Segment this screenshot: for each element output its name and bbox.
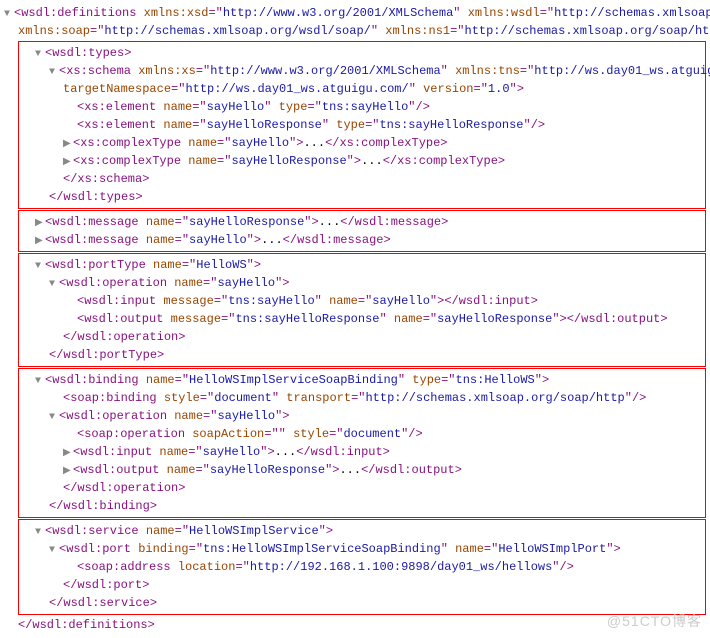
operation2-open: ▼<wsdl:operation name="sayHello"> <box>21 407 703 425</box>
binding-close: </wsdl:binding> <box>21 497 703 515</box>
service-close: </wsdl:service> <box>21 594 703 612</box>
types-open: ▼<wsdl:types> <box>21 44 703 62</box>
collapse-icon[interactable]: ▶ <box>63 446 73 461</box>
message-sayhello: ▶<wsdl:message name="sayHello">...</wsdl… <box>21 231 703 249</box>
element-sayhelloresponse: <xs:element name="sayHelloResponse" type… <box>21 116 703 134</box>
types-close: </wsdl:types> <box>21 188 703 206</box>
expand-icon[interactable]: ▼ <box>35 259 45 274</box>
expand-icon[interactable]: ▼ <box>49 543 59 558</box>
collapse-icon[interactable]: ▶ <box>63 137 73 152</box>
collapse-icon[interactable]: ▶ <box>35 234 45 249</box>
definitions-close: </wsdl:definitions> <box>4 616 706 634</box>
binding-open: ▼<wsdl:binding name="HelloWSImplServiceS… <box>21 371 703 389</box>
collapse-icon[interactable]: ▶ <box>63 464 73 479</box>
wsdl-output: <wsdl:output message="tns:sayHelloRespon… <box>21 310 703 328</box>
input2: ▶<wsdl:input name="sayHello">...</wsdl:i… <box>21 443 703 461</box>
xml-tree: ▼<wsdl:definitions xmlns:xsd="http://www… <box>4 4 706 634</box>
message-sayhelloresponse: ▶<wsdl:message name="sayHelloResponse">.… <box>21 213 703 231</box>
soap-binding: <soap:binding style="document" transport… <box>21 389 703 407</box>
messages-section: ▶<wsdl:message name="sayHelloResponse">.… <box>18 210 706 252</box>
soap-address: <soap:address location="http://192.168.1… <box>21 558 703 576</box>
types-section: ▼<wsdl:types> ▼<xs:schema xmlns:xs="http… <box>18 41 706 209</box>
operation-close: </wsdl:operation> <box>21 328 703 346</box>
output2: ▶<wsdl:output name="sayHelloResponse">..… <box>21 461 703 479</box>
schema-open-cont: targetNamespace="http://ws.day01_ws.atgu… <box>21 80 703 98</box>
watermark: @51CTO博客 <box>607 611 702 632</box>
expand-icon[interactable]: ▼ <box>35 525 45 540</box>
collapse-icon[interactable]: ▶ <box>63 155 73 170</box>
porttype-close: </wsdl:portType> <box>21 346 703 364</box>
expand-icon[interactable]: ▼ <box>49 277 59 292</box>
port-close: </wsdl:port> <box>21 576 703 594</box>
complextype-sayhelloresponse: ▶<xs:complexType name="sayHelloResponse"… <box>21 152 703 170</box>
element-sayhello: <xs:element name="sayHello" type="tns:sa… <box>21 98 703 116</box>
complextype-sayhello: ▶<xs:complexType name="sayHello">...</xs… <box>21 134 703 152</box>
collapse-icon[interactable]: ▶ <box>35 216 45 231</box>
expand-icon[interactable]: ▼ <box>35 374 45 389</box>
definitions-open-cont: xmlns:soap="http://schemas.xmlsoap.org/w… <box>4 22 706 40</box>
expand-icon[interactable]: ▼ <box>35 47 45 62</box>
definitions-open: ▼<wsdl:definitions xmlns:xsd="http://www… <box>4 4 706 22</box>
binding-section: ▼<wsdl:binding name="HelloWSImplServiceS… <box>18 368 706 518</box>
wsdl-input: <wsdl:input message="tns:sayHello" name=… <box>21 292 703 310</box>
expand-icon[interactable]: ▼ <box>49 65 59 80</box>
expand-icon[interactable]: ▼ <box>49 410 59 425</box>
service-section: ▼<wsdl:service name="HelloWSImplService"… <box>18 519 706 615</box>
service-open: ▼<wsdl:service name="HelloWSImplService"… <box>21 522 703 540</box>
soap-operation: <soap:operation soapAction="" style="doc… <box>21 425 703 443</box>
schema-open: ▼<xs:schema xmlns:xs="http://www.w3.org/… <box>21 62 703 80</box>
operation2-close: </wsdl:operation> <box>21 479 703 497</box>
schema-close: </xs:schema> <box>21 170 703 188</box>
expand-icon[interactable]: ▼ <box>4 7 14 22</box>
porttype-section: ▼<wsdl:portType name="HelloWS"> ▼<wsdl:o… <box>18 253 706 367</box>
operation-open: ▼<wsdl:operation name="sayHello"> <box>21 274 703 292</box>
port-open: ▼<wsdl:port binding="tns:HelloWSImplServ… <box>21 540 703 558</box>
porttype-open: ▼<wsdl:portType name="HelloWS"> <box>21 256 703 274</box>
